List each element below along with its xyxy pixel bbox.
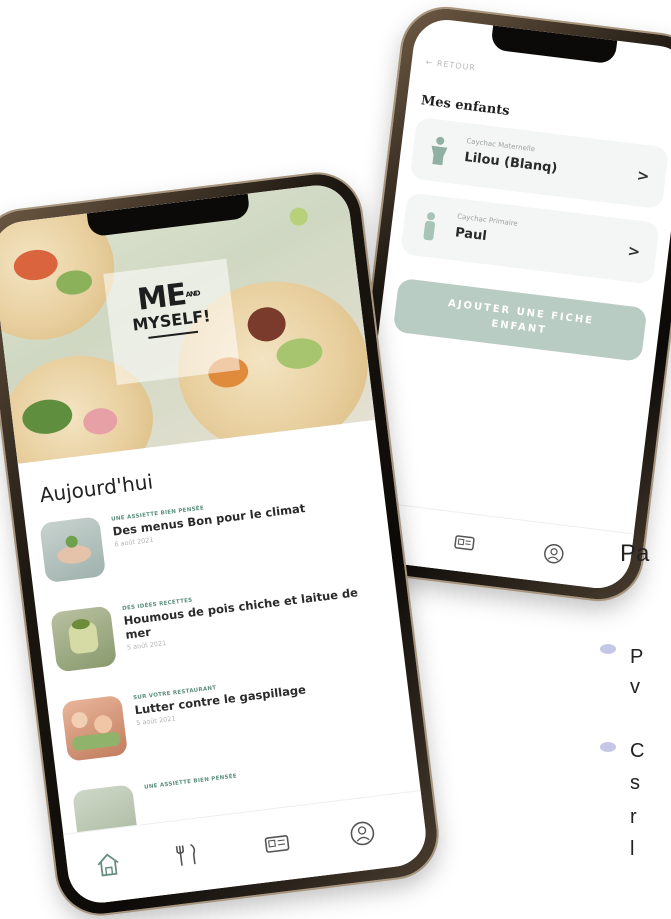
side-heading: Pa <box>620 540 650 567</box>
article-thumbnail <box>50 605 118 673</box>
side-text: v <box>630 676 640 698</box>
child-card-lilou[interactable]: Caychac Maternelle Lilou (Blanq) > <box>409 116 670 210</box>
side-text: r <box>630 806 637 828</box>
side-text: C <box>630 740 645 762</box>
add-child-button-label: AJOUTER UNE FICHE ENFANT <box>447 298 595 337</box>
logo-and: AND <box>185 289 201 299</box>
child-icon <box>423 212 436 241</box>
logo-underline <box>148 330 199 339</box>
profile-icon[interactable] <box>542 541 567 566</box>
article-title: Houmous de pois chiche et laitue de mer <box>122 585 359 642</box>
child-card-paul[interactable]: Caychac Primaire Paul > <box>400 192 660 285</box>
child-name: Lilou (Blanq) <box>463 149 559 177</box>
article-thumbnail <box>61 694 129 762</box>
section-title: Aujourd'hui <box>38 469 155 508</box>
front-phone-screen: MEAND MYSELF! Aujourd'hui UNE ASSIETTE B… <box>0 181 430 907</box>
bullet-dot <box>600 644 616 654</box>
chevron-right-icon: > <box>635 166 651 186</box>
article-category: UNE ASSIETTE BIEN PENSÉE <box>143 773 238 791</box>
side-text: l <box>630 838 635 860</box>
chevron-right-icon: > <box>626 241 642 261</box>
brand-logo: MEAND MYSELF! <box>103 258 241 386</box>
child-name: Paul <box>454 225 488 245</box>
article-thumbnail <box>39 516 107 584</box>
side-text: s <box>630 772 640 794</box>
profile-icon[interactable] <box>348 819 377 848</box>
bullet-dot <box>600 742 616 752</box>
back-link[interactable]: ← RETOUR <box>425 58 476 73</box>
back-phone-screen: ← RETOUR Mes enfants Caychac Maternelle … <box>350 16 671 592</box>
home-icon[interactable] <box>94 850 123 879</box>
card-icon[interactable] <box>452 531 477 556</box>
card-icon[interactable] <box>263 829 292 858</box>
page-title: Mes enfants <box>420 93 511 119</box>
menu-icon[interactable] <box>173 840 202 869</box>
side-text: P <box>630 646 644 668</box>
lime <box>288 206 309 227</box>
add-child-button[interactable]: AJOUTER UNE FICHE ENFANT <box>392 277 648 362</box>
phone-notch <box>490 25 618 65</box>
child-school: Caychac Primaire <box>456 212 519 228</box>
child-icon <box>431 136 448 166</box>
